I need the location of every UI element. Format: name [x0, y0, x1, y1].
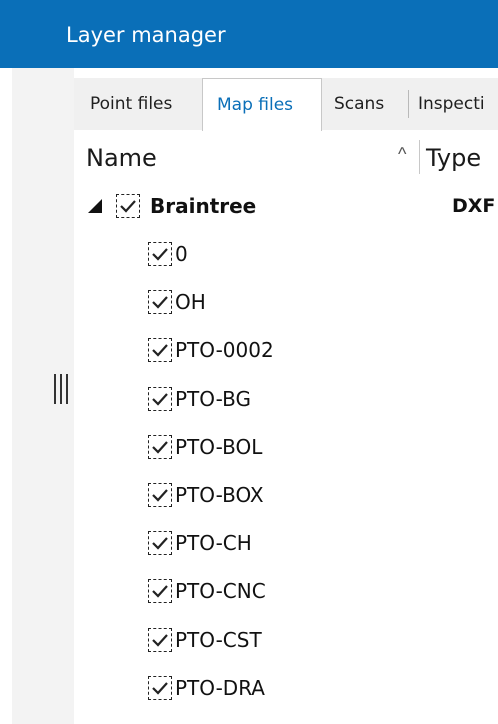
tab-point-files[interactable]: Point files	[90, 78, 172, 130]
layer-checkbox[interactable]	[148, 676, 172, 700]
tab-separator	[408, 90, 409, 118]
tab-scans[interactable]: Scans	[334, 78, 384, 130]
tree-group-row[interactable]: Braintree DXF	[74, 186, 498, 226]
layer-row[interactable]: PTO-BG	[74, 379, 498, 419]
layer-name: PTO-0002	[175, 338, 274, 362]
layer-checkbox[interactable]	[148, 242, 172, 266]
checkmark-icon	[152, 489, 168, 502]
checkmark-icon	[152, 393, 168, 406]
drag-handle-icon[interactable]	[52, 374, 70, 404]
group-name: Braintree	[150, 194, 257, 218]
layer-row[interactable]: PTO-0002	[74, 330, 498, 370]
sort-ascending-icon[interactable]: ^	[398, 144, 406, 165]
layer-name: PTO-BG	[175, 387, 251, 411]
checkmark-icon	[152, 441, 168, 454]
layer-name: PTO-BOX	[175, 483, 264, 507]
checkmark-icon	[152, 296, 168, 309]
checkmark-icon	[152, 634, 168, 647]
layer-name: 0	[175, 242, 188, 266]
layer-row[interactable]: PTO-BOX	[74, 475, 498, 515]
checkmark-icon	[152, 682, 168, 695]
layer-checkbox[interactable]	[148, 290, 172, 314]
tab-inspection[interactable]: Inspecti	[418, 78, 498, 130]
layer-name: PTO-DRA	[175, 676, 265, 700]
checkmark-icon	[152, 248, 168, 261]
column-name[interactable]: Name	[86, 144, 157, 172]
tab-map-files[interactable]: Map files	[202, 78, 322, 131]
layer-checkbox[interactable]	[148, 338, 172, 362]
layer-row[interactable]: PTO-BOL	[74, 427, 498, 467]
title-bar: Layer manager	[0, 0, 498, 68]
layer-row[interactable]: 0	[74, 234, 498, 274]
layer-row[interactable]: PTO-CNC	[74, 571, 498, 611]
tab-strip: Point files Map files Scans Inspecti	[74, 78, 498, 131]
layer-checkbox[interactable]	[148, 435, 172, 459]
checkmark-icon	[152, 537, 168, 550]
checkmark-icon	[120, 200, 136, 213]
expanded-triangle-icon[interactable]	[88, 199, 102, 213]
layer-name: PTO-CST	[175, 628, 262, 652]
window-title: Layer manager	[66, 23, 226, 47]
group-checkbox[interactable]	[116, 194, 140, 218]
checkmark-icon	[152, 344, 168, 357]
group-type: DXF	[452, 195, 496, 217]
layer-checkbox[interactable]	[148, 579, 172, 603]
layer-row[interactable]: PTO-DRA	[74, 668, 498, 708]
layer-checkbox[interactable]	[148, 531, 172, 555]
layer-name: PTO-CNC	[175, 579, 266, 603]
layer-checkbox[interactable]	[148, 387, 172, 411]
layer-name: OH	[175, 290, 206, 314]
layer-name: PTO-BOL	[175, 435, 263, 459]
layer-name: PTO-CH	[175, 531, 252, 555]
layer-row[interactable]: PTO-CH	[74, 523, 498, 563]
layer-row[interactable]: PTO-CST	[74, 620, 498, 660]
layer-row[interactable]: OH	[74, 282, 498, 322]
checkmark-icon	[152, 585, 168, 598]
layer-checkbox[interactable]	[148, 628, 172, 652]
left-strip	[0, 68, 12, 724]
column-header: Name ^ Type	[74, 134, 498, 180]
layer-checkbox[interactable]	[148, 483, 172, 507]
column-divider[interactable]	[419, 140, 420, 174]
column-type[interactable]: Type	[426, 144, 481, 172]
